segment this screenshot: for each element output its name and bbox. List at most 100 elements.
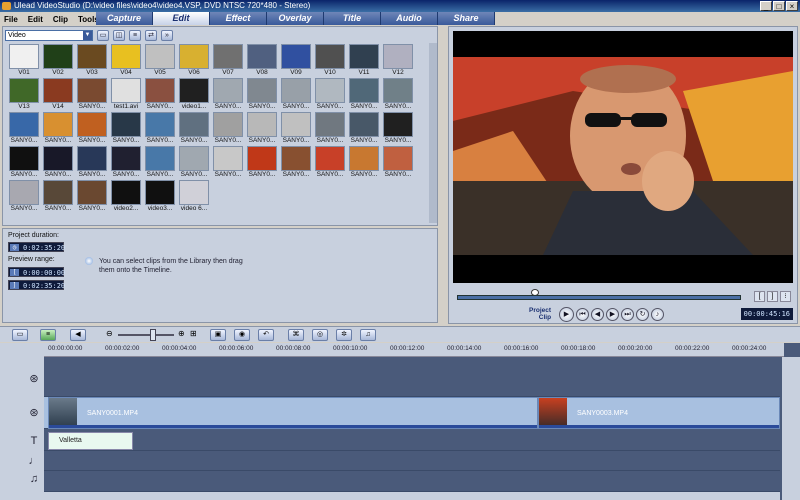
library-clip-thumbnail[interactable]: SANY0... bbox=[143, 146, 177, 180]
menu-file[interactable]: File bbox=[4, 15, 18, 24]
smart-proxy-icon[interactable]: ◉ bbox=[234, 329, 250, 341]
menu-clip[interactable]: Clip bbox=[53, 15, 68, 24]
library-clip-thumbnail[interactable]: SANY0... bbox=[75, 112, 109, 146]
library-category-select[interactable]: Video ▼ bbox=[5, 29, 93, 41]
library-clip-thumbnail[interactable]: video2... bbox=[109, 180, 143, 214]
scrub-bar[interactable] bbox=[457, 295, 741, 300]
tab-capture[interactable]: Capture bbox=[96, 12, 153, 25]
library-clip-thumbnail[interactable]: V09 bbox=[279, 44, 313, 78]
library-clip-thumbnail[interactable]: SANY0... bbox=[177, 146, 211, 180]
library-clip-thumbnail[interactable]: SANY0... bbox=[7, 180, 41, 214]
library-clip-thumbnail[interactable]: SANY0... bbox=[279, 146, 313, 180]
library-clip-thumbnail[interactable]: SANY0... bbox=[279, 78, 313, 112]
timeline-view-icon[interactable]: ≡ bbox=[40, 329, 56, 341]
library-clip-thumbnail[interactable]: video 6... bbox=[177, 180, 211, 214]
library-clip-thumbnail[interactable]: SANY0... bbox=[381, 146, 415, 180]
sort-icon[interactable]: ≡ bbox=[129, 29, 141, 41]
expand-icon[interactable]: » bbox=[161, 29, 173, 41]
library-clip-thumbnail[interactable]: V02 bbox=[41, 44, 75, 78]
library-clip-thumbnail[interactable]: V05 bbox=[143, 44, 177, 78]
batch-convert-icon[interactable]: ⌘ bbox=[288, 329, 304, 341]
library-clip-thumbnail[interactable]: V06 bbox=[177, 44, 211, 78]
tab-overlay[interactable]: Overlay bbox=[267, 12, 324, 25]
tab-title[interactable]: Title bbox=[324, 12, 381, 25]
library-clip-thumbnail[interactable]: SANY0... bbox=[7, 112, 41, 146]
library-clip-thumbnail[interactable]: video3... bbox=[143, 180, 177, 214]
library-clip-thumbnail[interactable]: SANY0... bbox=[347, 78, 381, 112]
library-clip-thumbnail[interactable]: SANY0... bbox=[381, 112, 415, 146]
library-clip-thumbnail[interactable]: SANY0... bbox=[75, 146, 109, 180]
mark-out-button[interactable]: ] bbox=[767, 291, 778, 302]
library-clip-thumbnail[interactable]: SANY0... bbox=[211, 146, 245, 180]
library-clip-thumbnail[interactable]: SANY0... bbox=[7, 146, 41, 180]
scene-detect-icon[interactable]: ◎ bbox=[312, 329, 328, 341]
range-end-display[interactable]: ] 0:02:35:20 bbox=[8, 280, 65, 290]
library-clip-thumbnail[interactable]: SANY0... bbox=[381, 78, 415, 112]
library-clip-thumbnail[interactable]: V10 bbox=[313, 44, 347, 78]
library-clip-thumbnail[interactable]: V01 bbox=[7, 44, 41, 78]
library-clip-thumbnail[interactable]: SANY0... bbox=[109, 146, 143, 180]
library-scrollbar[interactable] bbox=[429, 43, 437, 223]
previous-frame-icon[interactable]: ◀ bbox=[591, 308, 604, 321]
split-icon[interactable]: ⁝ bbox=[780, 291, 791, 302]
library-clip-thumbnail[interactable]: SANY0... bbox=[41, 146, 75, 180]
overlay-track[interactable]: SANY0001.MP4 SANY0003.MP4 bbox=[44, 397, 780, 429]
library-clip-thumbnail[interactable]: V03 bbox=[75, 44, 109, 78]
library-clip-thumbnail[interactable]: SANY0... bbox=[245, 146, 279, 180]
next-frame-icon[interactable]: ▶ bbox=[606, 308, 619, 321]
tab-edit[interactable]: Edit bbox=[153, 12, 210, 25]
voice-track[interactable] bbox=[44, 451, 780, 471]
library-clip-thumbnail[interactable]: SANY0... bbox=[279, 112, 313, 146]
library-clip-thumbnail[interactable]: SANY0... bbox=[245, 112, 279, 146]
timeline-horizontal-scrollbar[interactable] bbox=[44, 492, 780, 500]
zoom-in-icon[interactable]: ⊕ bbox=[178, 329, 185, 338]
library-clip-thumbnail[interactable]: V08 bbox=[245, 44, 279, 78]
home-icon[interactable]: ⏮ bbox=[576, 308, 589, 321]
zoom-slider-track[interactable] bbox=[118, 334, 174, 336]
zoom-out-icon[interactable]: ⊖ bbox=[106, 329, 113, 338]
play-icon[interactable]: ▶ bbox=[559, 307, 574, 322]
timeline-clip-2[interactable]: SANY0003.MP4 bbox=[538, 397, 780, 429]
film-reel-icon[interactable]: ✲ bbox=[336, 329, 352, 341]
mark-in-button[interactable]: [ bbox=[754, 291, 765, 302]
library-clip-thumbnail[interactable]: SANY0... bbox=[347, 146, 381, 180]
library-clip-thumbnail[interactable]: SANY0... bbox=[211, 78, 245, 112]
library-clip-thumbnail[interactable]: SANY0... bbox=[41, 112, 75, 146]
timeline-ruler[interactable]: 00:00:00:00 00:00:02:00 00:00:04:00 00:00:0… bbox=[44, 343, 784, 357]
timeline-vertical-scrollbar[interactable] bbox=[782, 357, 800, 500]
video-track[interactable] bbox=[44, 357, 780, 397]
title-clip[interactable]: Valletta bbox=[48, 432, 133, 450]
folder-open-icon[interactable]: ▭ bbox=[97, 29, 109, 41]
library-clip-thumbnail[interactable]: V14 bbox=[41, 78, 75, 112]
repeat-icon[interactable]: ↻ bbox=[636, 308, 649, 321]
library-clip-thumbnail[interactable]: video1... bbox=[177, 78, 211, 112]
library-clip-thumbnail[interactable]: SANY0... bbox=[75, 78, 109, 112]
music-track[interactable] bbox=[44, 471, 780, 492]
library-clip-thumbnail[interactable]: SANY0... bbox=[313, 112, 347, 146]
library-clip-thumbnail[interactable]: V12 bbox=[381, 44, 415, 78]
range-start-display[interactable]: [ 0:00:00:00 bbox=[8, 267, 65, 277]
library-clip-thumbnail[interactable]: SANY0... bbox=[109, 112, 143, 146]
audio-mixer-icon[interactable]: ♫ bbox=[360, 329, 376, 341]
library-clip-thumbnail[interactable]: SANY0... bbox=[313, 78, 347, 112]
undo-icon[interactable]: ↶ bbox=[258, 329, 274, 341]
library-clip-thumbnail[interactable]: V07 bbox=[211, 44, 245, 78]
timecode-display[interactable]: 00:00:45:16 bbox=[741, 308, 793, 320]
minimize-button[interactable]: _ bbox=[760, 1, 772, 11]
library-clip-thumbnail[interactable]: SANY0... bbox=[143, 112, 177, 146]
audio-view-icon[interactable]: ◀ bbox=[70, 329, 86, 341]
library-clip-thumbnail[interactable]: SANY0... bbox=[177, 112, 211, 146]
library-clip-thumbnail[interactable]: SANY0... bbox=[245, 78, 279, 112]
insert-media-icon[interactable]: ▣ bbox=[210, 329, 226, 341]
library-clip-thumbnail[interactable]: SANY0... bbox=[347, 112, 381, 146]
maximize-button[interactable]: □ bbox=[773, 1, 785, 11]
project-clip-toggle[interactable]: Project Clip bbox=[529, 307, 551, 321]
library-clip-thumbnail[interactable]: SANY0... bbox=[75, 180, 109, 214]
end-icon[interactable]: ⏭ bbox=[621, 308, 634, 321]
tab-share[interactable]: Share bbox=[438, 12, 495, 25]
timeline-clip-1[interactable]: SANY0001.MP4 bbox=[48, 397, 538, 429]
library-clip-thumbnail[interactable]: SANY0... bbox=[41, 180, 75, 214]
library-clip-thumbnail[interactable]: V11 bbox=[347, 44, 381, 78]
storyboard-view-icon[interactable]: ▭ bbox=[12, 329, 28, 341]
library-clip-thumbnail[interactable]: test1.avi bbox=[109, 78, 143, 112]
